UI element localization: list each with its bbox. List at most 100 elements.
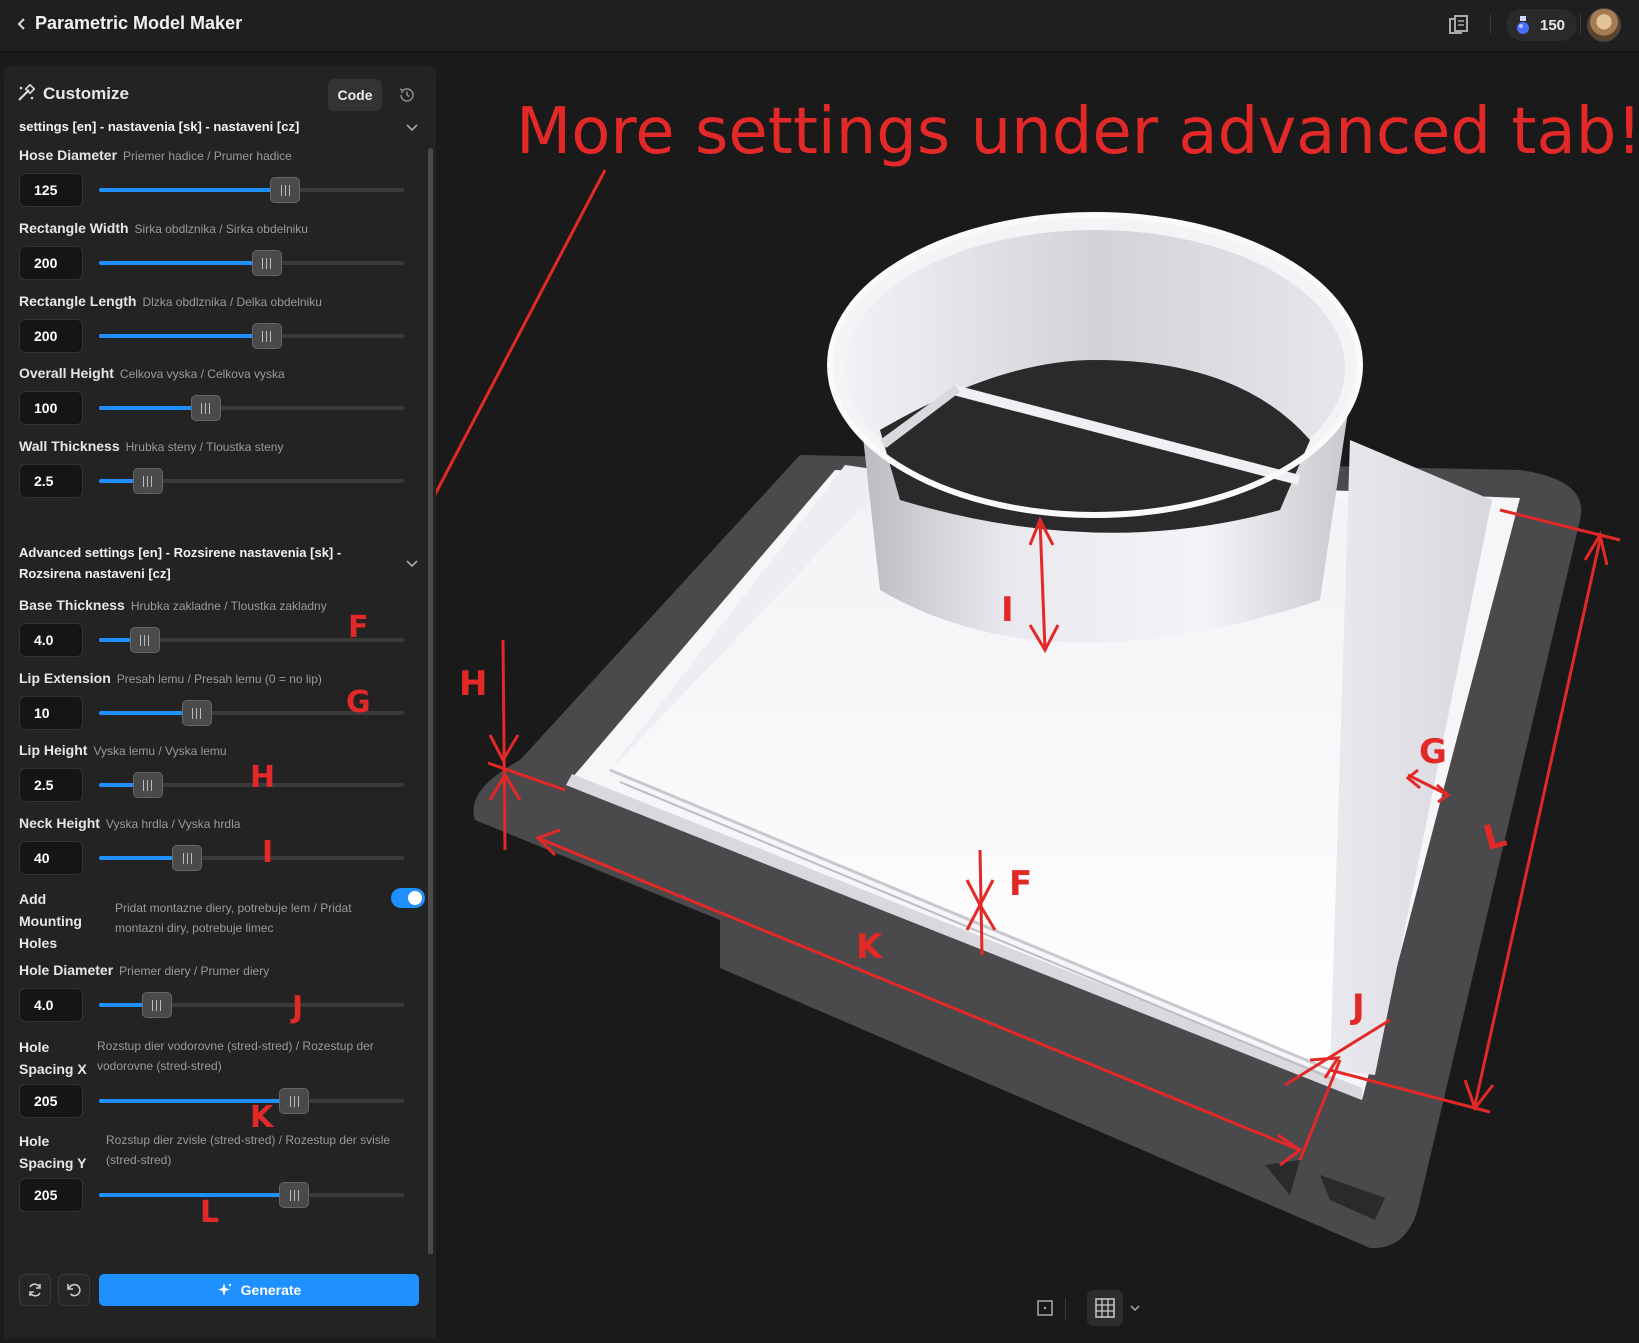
param-value-input[interactable]: 200	[19, 246, 83, 280]
slider-handle[interactable]	[141, 992, 172, 1018]
magic-wand-icon	[17, 83, 36, 107]
chevron-down-icon[interactable]	[404, 120, 420, 136]
param-description: Sirka obdlznika / Sirka obdelniku	[134, 222, 308, 236]
slider-handle[interactable]	[129, 627, 160, 653]
generate-button[interactable]: Generate	[99, 1274, 419, 1306]
slider-handle[interactable]	[251, 323, 282, 349]
param-description: Rozstup dier zvisle (stred-stred) / Roze…	[106, 1133, 391, 1167]
code-button[interactable]: Code	[328, 79, 382, 111]
param-value-input[interactable]: 4.0	[19, 988, 83, 1022]
fit-view-button[interactable]	[1027, 1290, 1063, 1326]
slider-handle[interactable]	[279, 1088, 310, 1114]
param-overall-height: Overall Height Celkova vyska / Celkova vy…	[19, 365, 424, 425]
grid-icon	[1095, 1298, 1115, 1318]
model-viewport[interactable]: More settings under advanced tab! I H G …	[436, 52, 1639, 1338]
param-value-input[interactable]: 200	[19, 319, 83, 353]
param-label: Lip Extension	[19, 670, 111, 686]
param-label: Wall Thickness	[19, 438, 120, 454]
param-label-row: Wall Thickness Hrubka steny / Tloustka st…	[19, 438, 424, 454]
param-slider[interactable]	[99, 468, 404, 494]
credits-badge[interactable]: 150	[1506, 9, 1578, 41]
param-value-input[interactable]: 205	[19, 1084, 83, 1118]
param-label-row: Overall Height Celkova vyska / Celkova vy…	[19, 365, 424, 381]
param-slider[interactable]	[99, 1182, 404, 1208]
param-description: Vyska lemu / Vyska lemu	[93, 744, 227, 758]
documents-icon[interactable]	[1446, 12, 1472, 38]
param-value-input[interactable]: 4.0	[19, 623, 83, 657]
param-description: Hrubka zakladne / Tloustka zakladny	[130, 599, 327, 613]
slider-handle[interactable]	[251, 250, 282, 276]
param-value-input[interactable]: 2.5	[19, 464, 83, 498]
grid-options-chevron-icon[interactable]	[1125, 1290, 1145, 1326]
param-value-input[interactable]: 205	[19, 1178, 83, 1212]
param-label: Hole Diameter	[19, 962, 114, 978]
param-label-row: Rectangle Width Sirka obdlznika / Sirka o…	[19, 220, 424, 236]
advanced-settings-section-title[interactable]: Advanced settings [en] - Rozsirene nasta…	[19, 542, 399, 584]
toggle-description: Pridat montazne diery, potrebuje lem / P…	[115, 901, 352, 935]
slider-handle[interactable]	[270, 177, 301, 203]
annotation-letter-l: L	[200, 1195, 220, 1230]
param-neck-height: Neck Height Vyska hrdla / Vyska hrdla 40	[19, 815, 424, 875]
annotation-arrows	[436, 169, 1621, 1167]
slider-fill	[99, 334, 267, 338]
param-hole-diameter: Hole Diameter Priemer diery / Prumer dier…	[19, 962, 424, 1022]
undo-icon	[67, 1283, 81, 1297]
back-arrow-icon[interactable]	[10, 12, 34, 36]
slider-handle[interactable]	[181, 700, 212, 726]
scrollbar-thumb[interactable]	[428, 148, 433, 1268]
param-value-input[interactable]: 2.5	[19, 768, 83, 802]
param-lip-height: Lip Height Vyska lemu / Vyska lemu 2.5	[19, 742, 424, 802]
divider	[1065, 1298, 1066, 1320]
param-label: Neck Height	[19, 815, 100, 831]
param-description: Priemer hadice / Prumer hadice	[123, 149, 292, 163]
slider-handle[interactable]	[132, 468, 163, 494]
add-mounting-holes-toggle[interactable]	[391, 888, 425, 908]
param-description: Priemer diery / Prumer diery	[119, 964, 270, 978]
slider-fill	[99, 261, 267, 265]
param-slider[interactable]	[99, 845, 404, 871]
slider-fill	[99, 188, 286, 192]
param-label: Hole Spacing Y	[19, 1133, 87, 1171]
slider-handle[interactable]	[132, 772, 163, 798]
slider-handle[interactable]	[172, 845, 203, 871]
annotation-headline: More settings under advanced tab!	[516, 95, 1639, 169]
frame-icon	[1037, 1300, 1053, 1316]
param-rectangle-length: Rectangle Length Dlzka obdlznika / Delka …	[19, 293, 424, 353]
panel-footer: Generate	[4, 1254, 436, 1338]
param-slider[interactable]	[99, 323, 404, 349]
slider-handle[interactable]	[190, 395, 221, 421]
potion-icon	[1517, 16, 1529, 34]
divider	[1490, 14, 1491, 34]
param-label-row: Neck Height Vyska hrdla / Vyska hrdla	[19, 815, 424, 831]
param-value-input[interactable]: 100	[19, 391, 83, 425]
annotation-letter-h: H	[250, 760, 276, 795]
param-slider[interactable]	[99, 992, 404, 1018]
annotation-letter-j: J	[1352, 987, 1365, 1027]
history-icon[interactable]	[394, 82, 420, 108]
param-label-row: Hole Diameter Priemer diery / Prumer dier…	[19, 962, 424, 978]
param-description: Presah lemu / Presah lemu (0 = no lip)	[116, 672, 322, 686]
refresh-button[interactable]	[19, 1274, 51, 1306]
reset-button[interactable]	[58, 1274, 90, 1306]
param-slider[interactable]	[99, 395, 404, 421]
toggle-label: Add Mounting Holes	[19, 891, 82, 951]
chevron-down-icon[interactable]	[404, 556, 420, 572]
basic-settings-section-title[interactable]: settings [en] - nastavenia [sk] - nastav…	[19, 116, 399, 137]
param-value-input[interactable]: 125	[19, 173, 83, 207]
param-value-input[interactable]: 10	[19, 696, 83, 730]
param-wall-thickness: Wall Thickness Hrubka steny / Tloustka st…	[19, 438, 424, 498]
avatar[interactable]	[1587, 8, 1621, 42]
divider	[1580, 14, 1581, 34]
param-slider[interactable]	[99, 177, 404, 203]
param-description: Vyska hrdla / Vyska hrdla	[105, 817, 241, 831]
grid-toggle-button[interactable]	[1087, 1290, 1123, 1326]
param-slider[interactable]	[99, 250, 404, 276]
annotation-letter-i: I	[262, 835, 274, 870]
param-label-row: Lip Extension Presah lemu / Presah lemu (…	[19, 670, 424, 686]
slider-handle[interactable]	[279, 1182, 310, 1208]
annotation-letter-f: F	[348, 610, 369, 645]
annotation-letter-i: I	[1001, 590, 1014, 630]
param-value-input[interactable]: 40	[19, 841, 83, 875]
annotation-letter-g: G	[346, 685, 371, 720]
advanced-title-line1: Advanced settings [en] - Rozsirene nasta…	[19, 545, 342, 560]
